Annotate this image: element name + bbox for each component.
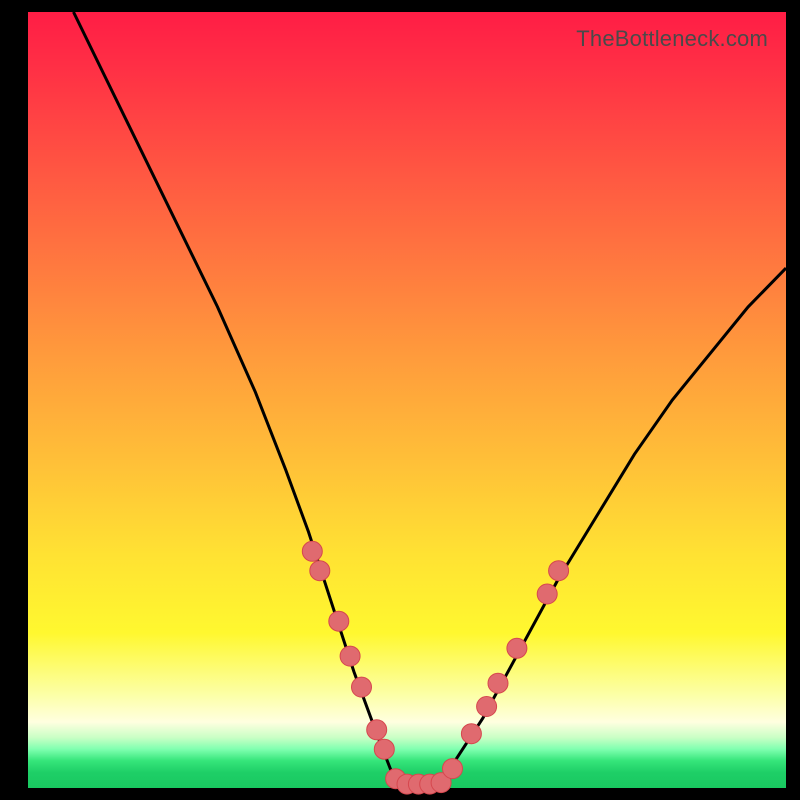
curve-marker: [507, 638, 527, 658]
chart-plot-area: TheBottleneck.com: [28, 12, 786, 788]
chart-svg: [28, 12, 786, 788]
curve-marker: [461, 724, 481, 744]
curve-marker: [302, 541, 322, 561]
curve-marker: [374, 739, 394, 759]
curve-marker: [488, 673, 508, 693]
curve-marker: [367, 720, 387, 740]
curve-marker: [537, 584, 557, 604]
curve-markers: [302, 541, 568, 794]
curve-marker: [549, 561, 569, 581]
curve-marker: [477, 697, 497, 717]
curve-marker: [340, 646, 360, 666]
chart-frame: TheBottleneck.com: [0, 0, 800, 800]
curve-marker: [352, 677, 372, 697]
curve-marker: [329, 611, 349, 631]
curve-marker: [310, 561, 330, 581]
curve-marker: [443, 759, 463, 779]
curve-path: [74, 12, 787, 788]
